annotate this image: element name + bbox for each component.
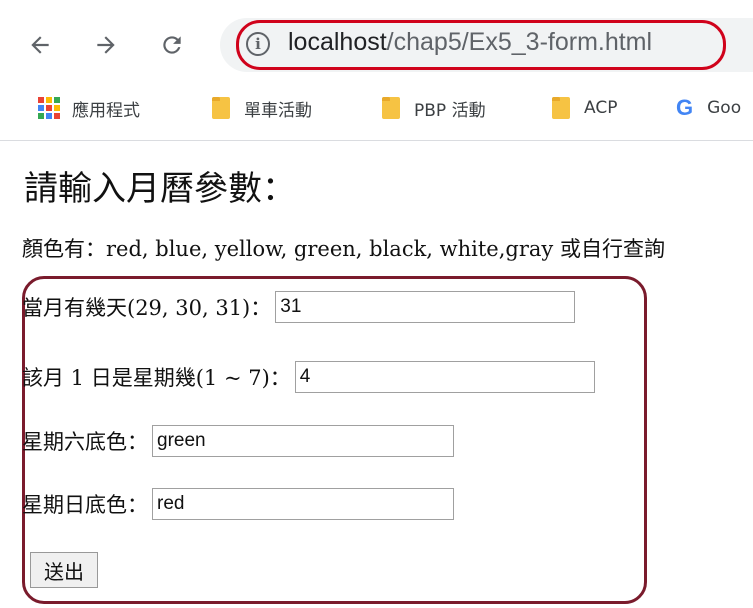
sunday-color-label: 星期日底色： <box>22 493 148 517</box>
google-icon: G <box>676 95 694 120</box>
saturday-color-label: 星期六底色： <box>22 430 148 454</box>
bookmark-pbp[interactable]: PBP 活動 <box>382 88 486 128</box>
apps-grid-icon <box>38 97 60 119</box>
url-highlight-annotation <box>236 20 726 70</box>
folder-icon <box>552 97 570 119</box>
colors-note: 顏色有：red, blue, yellow, green, black, whi… <box>22 237 665 261</box>
bookmark-acp[interactable]: ACP <box>552 88 617 128</box>
bookmark-label: 應用程式 <box>72 100 140 121</box>
forward-arrow-icon[interactable] <box>86 22 126 68</box>
bookmark-label: 單車活動 <box>244 100 312 121</box>
sunday-color-input[interactable] <box>152 488 454 520</box>
bookmarks-bar: 應用程式 單車活動 PBP 活動 ACP G Goo <box>0 88 753 128</box>
sunday-color-row: 星期日底色： <box>22 488 454 520</box>
page-title: 請輸入月曆參數： <box>24 169 296 209</box>
bookmark-label: ACP <box>584 98 618 118</box>
reload-icon[interactable] <box>152 22 192 68</box>
bookmark-label: Goo <box>707 98 742 118</box>
bookmark-apps[interactable]: 應用程式 <box>38 88 140 128</box>
saturday-color-row: 星期六底色： <box>22 425 454 457</box>
browser-chrome: i localhost/chap5/Ex5_3-form.html 應用程式 單… <box>0 0 753 141</box>
submit-button[interactable]: 送出 <box>30 552 98 588</box>
bookmark-google[interactable]: G Goo <box>676 88 741 128</box>
days-row: 當月有幾天(29, 30, 31)： <box>22 291 576 323</box>
bookmark-cycling[interactable]: 單車活動 <box>212 88 312 128</box>
days-label: 當月有幾天(29, 30, 31)： <box>22 296 272 320</box>
days-input[interactable] <box>275 291 576 323</box>
first-weekday-row: 該月 1 日是星期幾(1 ~ 7)： <box>22 361 595 393</box>
folder-icon <box>212 97 230 119</box>
page-content: 請輸入月曆參數： 顏色有：red, blue, yellow, green, b… <box>0 141 753 608</box>
bookmark-label: PBP 活動 <box>414 100 486 121</box>
first-weekday-label: 該月 1 日是星期幾(1 ~ 7)： <box>22 366 291 390</box>
back-arrow-icon[interactable] <box>20 22 60 68</box>
folder-icon <box>382 97 400 119</box>
saturday-color-input[interactable] <box>152 425 454 457</box>
first-weekday-input[interactable] <box>294 361 595 393</box>
